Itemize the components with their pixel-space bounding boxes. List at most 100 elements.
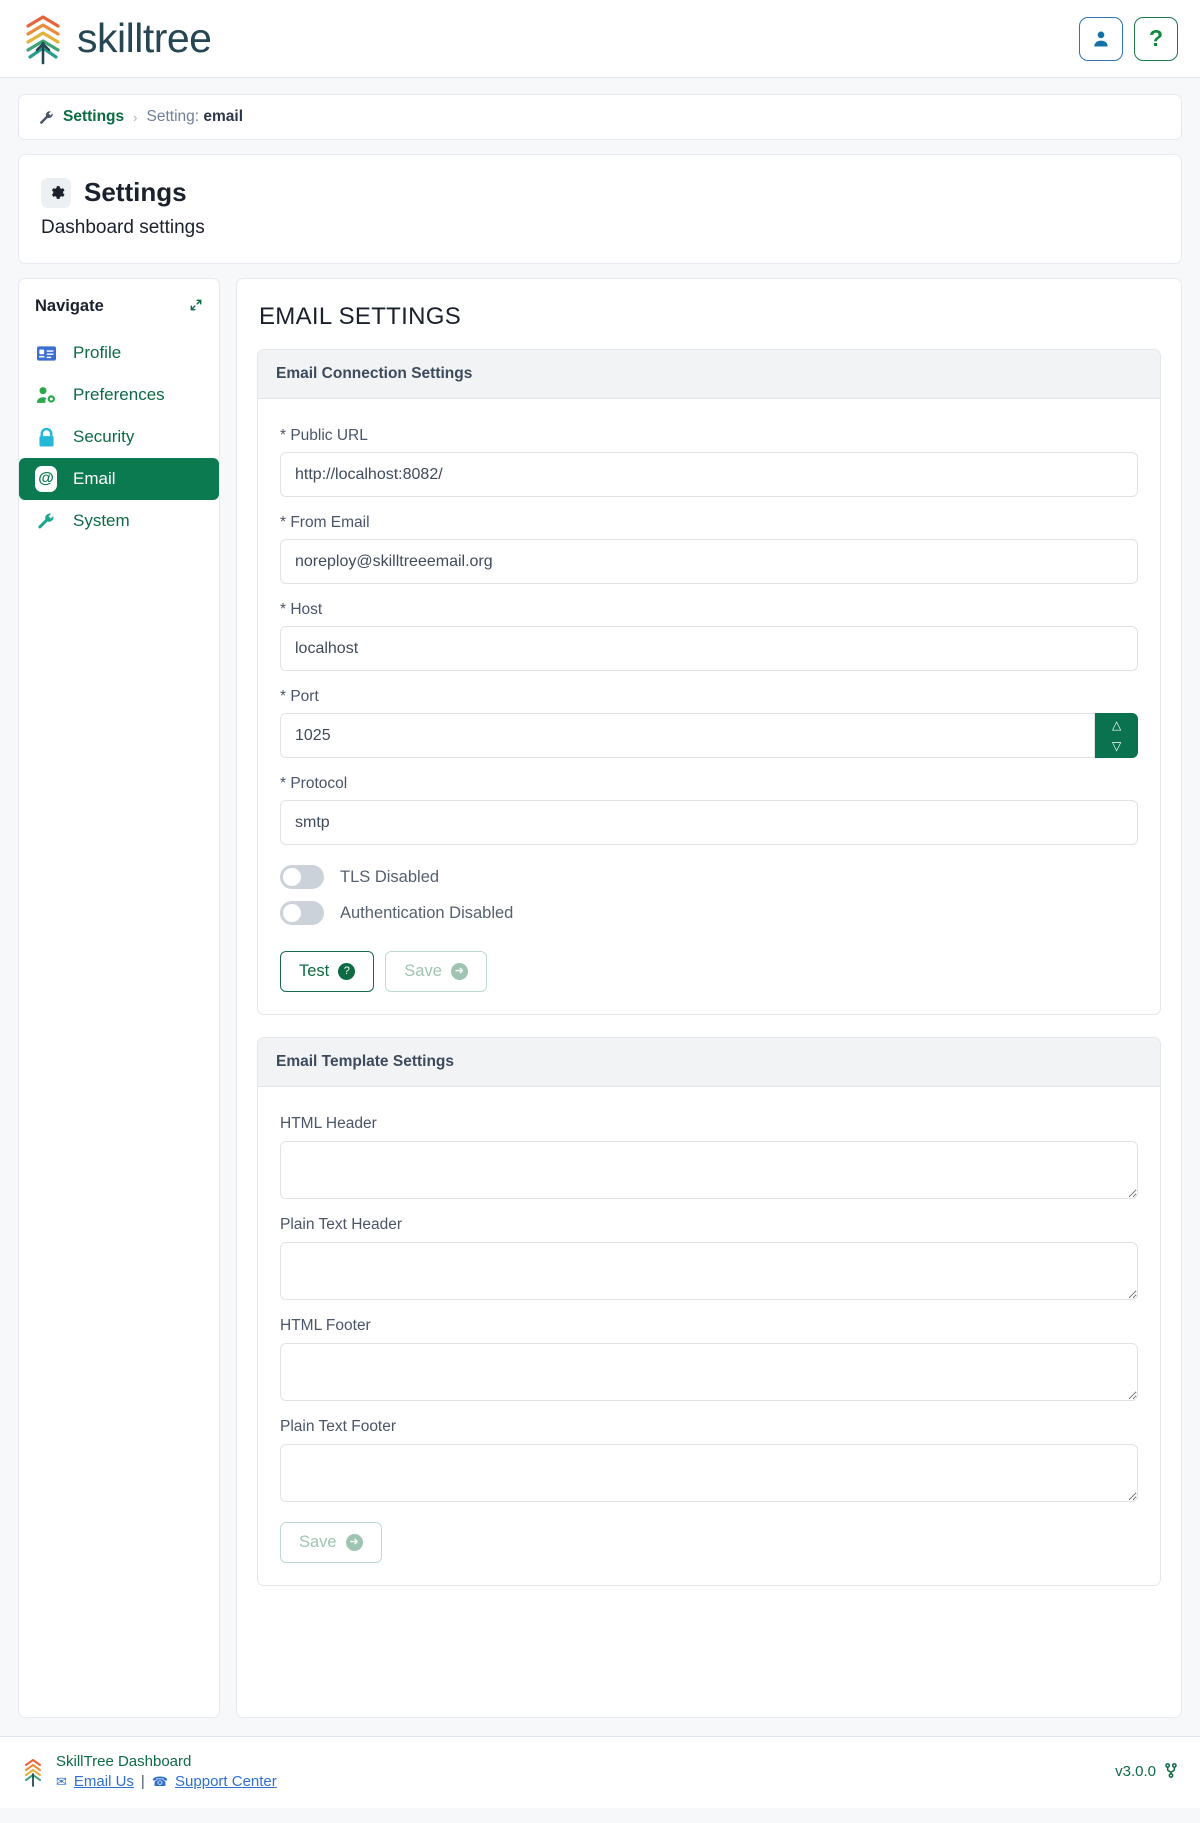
page-header-card: Settings Dashboard settings (18, 154, 1182, 264)
save-connection-button[interactable]: Save ➜ (385, 951, 487, 992)
email-connection-panel-body: * Public URL * From Email * Host * Port (258, 399, 1160, 1014)
help-button[interactable]: ? (1134, 16, 1178, 61)
field-from-email: * From Email (280, 514, 1138, 584)
section-title: EMAIL SETTINGS (259, 303, 462, 330)
email-template-panel: Email Template Settings HTML Header Plai… (257, 1037, 1161, 1586)
page-footer: SkillTree Dashboard ✉ Email Us | ☎ Suppo… (0, 1736, 1200, 1808)
field-label: HTML Header (280, 1115, 377, 1132)
arrow-circle-right-icon: ➜ (450, 963, 468, 980)
field-label: HTML Footer (280, 1317, 371, 1334)
breadcrumb-current-prefix: Setting: (146, 108, 204, 125)
field-label: Plain Text Header (280, 1216, 403, 1233)
field-html-footer: HTML Footer (280, 1317, 1138, 1401)
settings-sidebar: Navigate Profile Preferences Security @ … (18, 278, 220, 1718)
save-template-button[interactable]: Save ➜ (280, 1522, 382, 1563)
at-icon: @ (35, 466, 57, 492)
from-email-input[interactable] (280, 539, 1138, 584)
breadcrumb: Settings › Setting: email (18, 94, 1182, 140)
toggle-knob (283, 868, 301, 886)
field-label: * Port (280, 688, 319, 705)
lock-icon (35, 427, 57, 447)
test-button[interactable]: Test ? (280, 951, 375, 992)
public-url-input[interactable] (280, 452, 1138, 497)
sidebar-item-label: System (73, 511, 130, 530)
page-shell: Settings › Setting: email Settings Dashb… (0, 78, 1200, 1736)
authentication-toggle-label: Authentication Disabled (340, 903, 514, 922)
html-footer-textarea[interactable] (280, 1343, 1138, 1401)
envelope-icon: ✉ (56, 1773, 67, 1789)
footer-text-block: SkillTree Dashboard ✉ Email Us | ☎ Suppo… (56, 1753, 277, 1790)
port-spinner[interactable]: △ ▽ (1095, 713, 1138, 758)
sidebar-item-email[interactable]: @ Email (19, 458, 219, 500)
field-label: * From Email (280, 514, 370, 531)
plain-text-header-textarea[interactable] (280, 1242, 1138, 1300)
sidebar-item-preferences[interactable]: Preferences (19, 374, 219, 416)
sidebar-header: Navigate (19, 293, 219, 332)
user-icon (1094, 31, 1108, 46)
protocol-input[interactable] (280, 800, 1138, 845)
page-subtitle: Dashboard settings (41, 217, 205, 238)
field-label: * Protocol (280, 775, 348, 792)
gear-icon (41, 177, 71, 208)
brand-name: skilltree (77, 15, 212, 61)
wrench-icon (40, 110, 53, 124)
field-label: * Public URL (280, 427, 368, 444)
authentication-toggle[interactable] (280, 901, 324, 925)
footer-pipe: | (140, 1773, 145, 1790)
branch-icon (1164, 1762, 1178, 1781)
port-input[interactable] (280, 713, 1096, 758)
footer-right: v3.0.0 (1115, 1762, 1178, 1781)
tls-toggle-label: TLS Disabled (340, 867, 440, 886)
test-button-label: Test (299, 962, 330, 980)
question-mark-icon: ? (1148, 25, 1164, 51)
breadcrumb-settings-link[interactable]: Settings (63, 108, 124, 126)
email-connection-panel: Email Connection Settings * Public URL *… (257, 349, 1161, 1015)
field-protocol: * Protocol (280, 775, 1138, 845)
tls-toggle[interactable] (280, 865, 324, 889)
sidebar-item-security[interactable]: Security (19, 416, 219, 458)
settings-main-panel: EMAIL SETTINGS Email Connection Settings… (236, 278, 1182, 1718)
toggle-knob (283, 904, 301, 922)
sidebar-item-profile[interactable]: Profile (19, 332, 219, 374)
phone-icon: ☎ (151, 1773, 169, 1789)
host-input[interactable] (280, 626, 1138, 671)
skilltree-logo-icon (26, 14, 60, 64)
chevron-down-icon[interactable]: ▽ (1112, 740, 1121, 752)
arrow-circle-right-icon: ➜ (345, 1534, 363, 1551)
brand-logo[interactable]: skilltree (22, 13, 212, 65)
field-host: * Host (280, 601, 1138, 671)
collapse-arrows-icon[interactable] (189, 298, 203, 315)
field-plain-text-header: Plain Text Header (280, 1216, 1138, 1300)
content-row: Navigate Profile Preferences Security @ … (18, 278, 1182, 1736)
save-button-label: Save (299, 1533, 337, 1551)
sidebar-item-label: Security (73, 427, 135, 446)
breadcrumb-separator: › (133, 109, 138, 125)
support-center-link[interactable]: Support Center (175, 1773, 277, 1790)
html-header-textarea[interactable] (280, 1141, 1138, 1199)
save-button-label: Save (404, 962, 442, 980)
user-menu-button[interactable] (1079, 16, 1123, 61)
sidebar-item-label: Email (73, 469, 116, 488)
field-plain-text-footer: Plain Text Footer (280, 1418, 1138, 1502)
plain-text-footer-textarea[interactable] (280, 1444, 1138, 1502)
tls-toggle-row: TLS Disabled (280, 865, 1138, 889)
email-template-panel-body: HTML Header Plain Text Header HTML Foote… (258, 1087, 1160, 1585)
page-title: Settings (84, 177, 187, 207)
email-us-link[interactable]: Email Us (74, 1773, 134, 1790)
top-bar: skilltree ? (0, 0, 1200, 78)
page-title-row: Settings (41, 177, 1159, 208)
sidebar-item-system[interactable]: System (19, 500, 219, 542)
wrench-icon (35, 511, 57, 531)
breadcrumb-current-value: email (203, 108, 244, 125)
chevron-up-icon[interactable]: △ (1112, 719, 1121, 731)
template-button-row: Save ➜ (280, 1522, 1138, 1563)
skilltree-logo-icon (25, 1758, 41, 1787)
footer-left: SkillTree Dashboard ✉ Email Us | ☎ Suppo… (22, 1753, 277, 1790)
question-circle-icon: ? (338, 963, 356, 980)
sidebar-item-label: Preferences (73, 385, 165, 404)
top-bar-actions: ? (1079, 16, 1178, 61)
sidebar-title: Navigate (35, 297, 104, 315)
footer-links: ✉ Email Us | ☎ Support Center (56, 1773, 277, 1790)
id-card-icon (35, 343, 57, 363)
breadcrumb-current: Setting: email (147, 108, 244, 126)
